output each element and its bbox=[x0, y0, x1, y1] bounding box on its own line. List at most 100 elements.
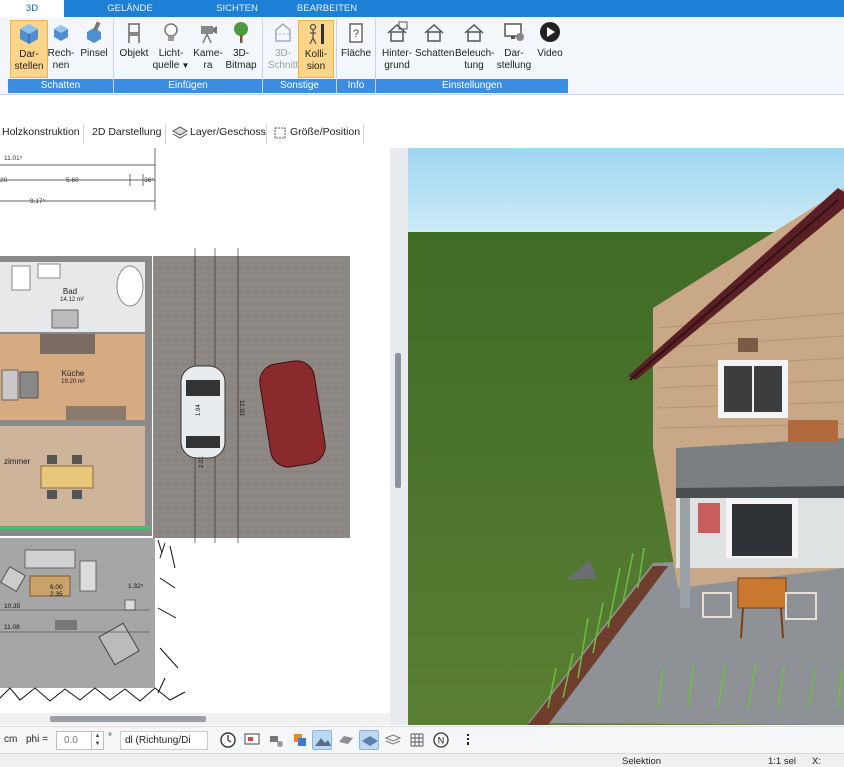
phi-input[interactable]: 0.0 ▲ ▼ bbox=[56, 731, 104, 750]
pinsel-label: Pinsel bbox=[80, 48, 108, 59]
view-3d[interactable] bbox=[408, 148, 844, 725]
plan-horizontal-scrollbar[interactable] bbox=[0, 713, 390, 725]
materials-icon[interactable] bbox=[290, 730, 310, 750]
lichtquelle-button[interactable]: Licht-quelle ▼ bbox=[152, 20, 190, 78]
dim-label: 2.35 bbox=[50, 591, 63, 598]
house-light-icon bbox=[464, 23, 484, 42]
room-area-bad: 14.12 m² bbox=[60, 297, 84, 303]
kamera-label-2: ra bbox=[203, 60, 213, 71]
scrollbar-thumb[interactable] bbox=[395, 353, 401, 488]
3d-schnitt-button[interactable]: 3D- Schnitt bbox=[264, 20, 302, 78]
group-label-sonstige: Sonstige bbox=[263, 79, 336, 93]
holzkonstruktion-button[interactable]: Holzkonstruktion bbox=[2, 126, 80, 138]
kollision-button[interactable]: Kolli-sion bbox=[298, 20, 334, 78]
video-button[interactable]: Video bbox=[531, 20, 569, 78]
spin-arrows-icon[interactable]: ▲ ▼ bbox=[91, 732, 103, 749]
toolbar-separator bbox=[83, 124, 84, 144]
dim-label: 1.94 bbox=[196, 404, 202, 416]
mode-status: Selektion bbox=[622, 756, 662, 767]
dim-label: 10.35 bbox=[4, 603, 21, 610]
chevron-down-icon[interactable]: ▼ bbox=[179, 61, 190, 70]
flaeche-label: Fläche bbox=[340, 48, 371, 59]
texture-icon[interactable] bbox=[336, 730, 356, 750]
tab-3d[interactable]: 3D bbox=[0, 0, 64, 17]
room-name-bad: Bad bbox=[63, 287, 77, 296]
clock-icon[interactable] bbox=[218, 730, 238, 750]
3d-bitmap-label-2: Bitmap bbox=[225, 60, 257, 71]
house-background-icon bbox=[387, 21, 408, 42]
lichtquelle-label-1: Licht- bbox=[158, 48, 184, 59]
dim-label: 11.01⁵ bbox=[4, 155, 23, 162]
svg-text:?: ? bbox=[353, 28, 359, 40]
darstellung-label-1: Dar- bbox=[504, 48, 524, 59]
beleuchtung-label-1: Beleuch- bbox=[455, 48, 495, 59]
person-collision-icon bbox=[309, 23, 324, 45]
ribbon-tab-bar: 3D GELÄNDE SICHTEN BEARBEITEN bbox=[0, 0, 844, 17]
degree-symbol: ° bbox=[108, 732, 112, 743]
status-bar: Selektion 1:1 sel X: bbox=[0, 753, 844, 767]
terrain-icon[interactable] bbox=[312, 730, 332, 750]
darstellung-button[interactable]: Dar-stellung bbox=[495, 20, 533, 78]
more-options-icon[interactable] bbox=[458, 730, 478, 750]
rechnen-label-2: nen bbox=[52, 60, 70, 71]
tab-gelaende[interactable]: GELÄNDE bbox=[96, 0, 164, 17]
screen-render-icon[interactable] bbox=[242, 730, 262, 750]
kamera-label-1: Kame- bbox=[193, 48, 223, 59]
flaeche-button[interactable]: ? Fläche bbox=[337, 20, 375, 78]
kollision-label-1: Kolli- bbox=[304, 49, 328, 60]
north-compass-icon[interactable]: N bbox=[431, 730, 451, 750]
3d-bitmap-button[interactable]: 3D- Bitmap bbox=[222, 20, 260, 78]
view-splitter[interactable] bbox=[390, 148, 408, 725]
cube-display-icon bbox=[20, 24, 38, 44]
pinsel-button[interactable]: Pinsel bbox=[75, 20, 113, 78]
room-area-kueche: 19.20 m² bbox=[61, 379, 85, 385]
phi-value: 0.0 bbox=[64, 735, 78, 746]
kollision-label-2: sion bbox=[306, 61, 326, 72]
direction-combo[interactable]: dl (Richtung/Di bbox=[120, 731, 208, 750]
toolbar-separator bbox=[363, 124, 364, 144]
hintergrund-label-1: Hinter- bbox=[381, 48, 412, 59]
dim-label: 9.17⁵ bbox=[30, 198, 46, 205]
bottom-toolbar: cm phi = 0.0 ▲ ▼ ° dl (Richtung/Di N bbox=[0, 726, 844, 753]
darstellen-label-1: Dar- bbox=[19, 49, 39, 60]
svg-text:N: N bbox=[438, 736, 445, 746]
hintergrund-label-2: grund bbox=[384, 60, 410, 71]
hintergrund-button[interactable]: Hinter-grund bbox=[378, 20, 416, 78]
groesse-position-button[interactable]: Größe/Position bbox=[290, 126, 360, 138]
3d-scene[interactable] bbox=[408, 148, 844, 725]
toolbar-separator bbox=[165, 124, 166, 144]
tab-bearbeiten[interactable]: BEARBEITEN bbox=[290, 0, 364, 17]
layer-geschoss-button[interactable]: Layer/Geschoss bbox=[190, 126, 266, 138]
beleuchtung-button[interactable]: Beleuch-tung bbox=[455, 20, 495, 78]
3d-schnitt-label-2: Schnitt bbox=[267, 60, 299, 71]
plane-icon[interactable] bbox=[359, 730, 379, 750]
room-name-kueche: Küche bbox=[62, 369, 85, 378]
direction-combo-value: dl (Richtung/Di bbox=[125, 735, 191, 746]
layers-icon bbox=[172, 126, 188, 139]
dim-label: 6.00 bbox=[50, 584, 63, 591]
schatten-button[interactable]: Schatten bbox=[415, 20, 454, 78]
dim-label: 11.08 bbox=[4, 624, 20, 631]
grid-icon[interactable] bbox=[407, 730, 427, 750]
tab-sichten[interactable]: SICHTEN bbox=[204, 0, 270, 17]
lightbulb-icon bbox=[164, 23, 178, 41]
dim-label: 36⁵ bbox=[144, 177, 154, 184]
beleuchtung-label-2: tung bbox=[464, 60, 484, 71]
plan-2d-view[interactable]: 11.01⁵ 20 5.60 36⁵ 9.17⁵ Bad 14.12 m² Kü… bbox=[0, 148, 390, 713]
2d-darstellung-button[interactable]: 2D Darstellung bbox=[92, 126, 161, 138]
monitor-gear-icon bbox=[504, 23, 524, 41]
layers-stack-icon[interactable] bbox=[383, 730, 403, 750]
scrollbar-thumb[interactable] bbox=[50, 716, 206, 722]
dim-label: 2.01 bbox=[199, 456, 205, 468]
objekt-button[interactable]: Objekt bbox=[115, 20, 153, 78]
3d-bitmap-label-1: 3D- bbox=[232, 48, 250, 59]
objekt-label: Objekt bbox=[119, 48, 149, 59]
phi-label: phi = bbox=[26, 734, 48, 745]
floor-plan-drawing[interactable]: 11.01⁵ 20 5.60 36⁵ 9.17⁵ Bad 14.12 m² Kü… bbox=[0, 148, 390, 713]
tree-icon bbox=[234, 22, 248, 43]
unit-label: cm bbox=[4, 734, 18, 745]
camera-settings-icon[interactable] bbox=[266, 730, 286, 750]
rechnen-label-1: Rech- bbox=[47, 48, 75, 59]
size-position-icon bbox=[274, 127, 286, 139]
3d-schnitt-label-1: 3D- bbox=[274, 48, 292, 59]
